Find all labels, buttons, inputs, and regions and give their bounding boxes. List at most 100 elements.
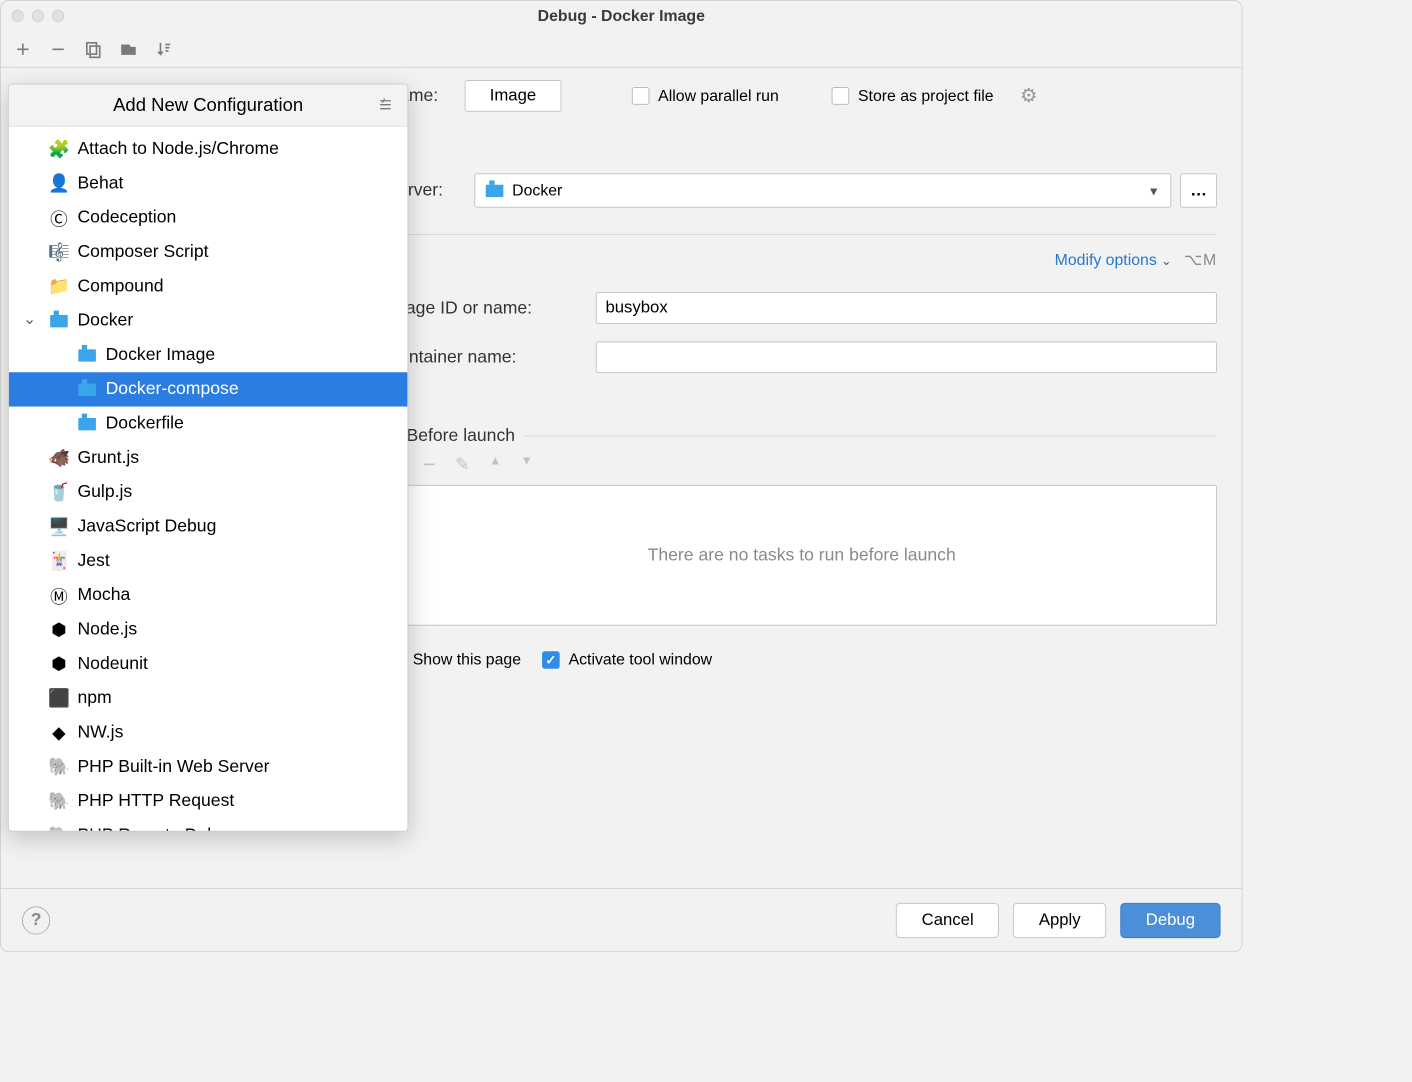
config-icon: 👤 — [49, 172, 68, 194]
config-icon: 🧩 — [49, 138, 68, 160]
zoom-window-button[interactable] — [52, 10, 64, 22]
config-icon: 🐘 — [49, 756, 68, 778]
config-icon: 🃏 — [49, 550, 68, 572]
copy-config-icon[interactable] — [84, 39, 103, 58]
container-name-input[interactable] — [596, 341, 1217, 373]
minimize-window-button[interactable] — [32, 10, 44, 22]
activate-tool-label: Activate tool window — [569, 650, 713, 668]
move-down-icon[interactable]: ▼ — [521, 453, 533, 478]
container-name-label: Container name: — [386, 347, 595, 367]
config-icon: 📁 — [49, 275, 68, 297]
config-type-item[interactable]: 📁 Compound — [9, 269, 408, 303]
sort-config-icon[interactable] — [154, 39, 173, 58]
config-type-item[interactable]: 🖥️ JavaScript Debug — [9, 510, 408, 544]
server-select[interactable]: Docker ▼ — [474, 173, 1171, 207]
config-type-item[interactable]: 🧩 Attach to Node.js/Chrome — [9, 132, 408, 166]
config-icon: 🖥️ — [49, 516, 68, 538]
config-type-item[interactable]: ⬛ npm — [9, 681, 408, 715]
config-type-item[interactable]: ⬢ Node.js — [9, 612, 408, 646]
config-type-item[interactable]: 🐘PHP HTTP Request — [9, 784, 408, 818]
config-type-item[interactable]: Docker-compose — [9, 372, 408, 406]
allow-parallel-checkbox[interactable]: Allow parallel run — [632, 87, 779, 105]
dialog-footer: ? Cancel Apply Debug — [1, 888, 1242, 951]
config-type-item[interactable]: 🥤Gulp.js — [9, 475, 408, 509]
config-form: Name: Image Allow parallel run Store as … — [362, 68, 1242, 888]
debug-button[interactable]: Debug — [1120, 902, 1220, 937]
divider — [386, 234, 1217, 235]
config-toolbar — [1, 31, 1242, 68]
config-type-item[interactable]: ⒸCodeception — [9, 201, 408, 235]
show-page-label: Show this page — [413, 650, 521, 668]
divider — [524, 436, 1217, 437]
config-type-item[interactable]: ◆ NW.js — [9, 715, 408, 749]
popup-header: Add New Configuration — [9, 84, 408, 126]
image-id-input[interactable]: busybox — [596, 292, 1217, 324]
config-type-label: Docker — [77, 311, 133, 331]
before-launch-label: Before launch — [406, 426, 515, 446]
docker-icon — [77, 418, 96, 430]
close-window-button[interactable] — [11, 10, 23, 22]
config-icon: ◆ — [49, 722, 68, 744]
config-type-label: Dockerfile — [106, 414, 184, 434]
checkbox-icon — [832, 87, 850, 105]
before-launch-toolbar: + − ✎ ▲ ▼ — [386, 446, 1217, 485]
image-id-label: Image ID or name: — [386, 298, 595, 318]
config-type-label: Composer Script — [77, 242, 208, 262]
config-type-item[interactable]: 🐘 PHP Built-in Web Server — [9, 750, 408, 784]
config-type-item[interactable]: 🎼 Composer Script — [9, 235, 408, 269]
activate-tool-checkbox[interactable]: Activate tool window — [542, 650, 712, 668]
config-type-item[interactable]: Dockerfile — [9, 407, 408, 441]
config-type-item[interactable]: Docker Image — [9, 338, 408, 372]
config-type-label: Attach to Node.js/Chrome — [77, 139, 279, 159]
popup-list[interactable]: 🧩 Attach to Node.js/Chrome 👤BehatⒸCodecept… — [9, 127, 408, 831]
config-icon: ⬢ — [49, 653, 68, 675]
modify-options-shortcut: ⌥M — [1184, 251, 1217, 269]
before-launch-header[interactable]: ▼ Before launch — [386, 426, 1217, 446]
config-type-label: Grunt.js — [77, 448, 139, 468]
config-type-label: NW.js — [77, 722, 123, 742]
config-type-item[interactable]: 👤Behat — [9, 166, 408, 200]
save-template-icon[interactable] — [119, 39, 138, 58]
cancel-button[interactable]: Cancel — [896, 902, 999, 937]
move-up-icon[interactable]: ▲ — [489, 453, 501, 478]
config-type-item[interactable]: 🐘PHP Remote Debug — [9, 818, 408, 830]
config-type-label: npm — [77, 688, 111, 708]
filter-icon[interactable] — [378, 97, 394, 118]
store-project-checkbox[interactable]: Store as project file — [832, 87, 994, 105]
window-title: Debug - Docker Image — [1, 7, 1242, 25]
modify-options-link[interactable]: Modify options ⌄ — [1055, 251, 1172, 269]
add-config-icon[interactable] — [13, 39, 32, 58]
config-type-item[interactable]: 🐗Grunt.js — [9, 441, 408, 475]
help-button[interactable]: ? — [22, 906, 50, 934]
config-type-label: PHP HTTP Request — [77, 791, 234, 811]
config-type-item[interactable]: ⓂMocha — [9, 578, 408, 612]
docker-icon — [49, 315, 68, 327]
config-icon: ⬛ — [49, 687, 68, 709]
remove-config-icon[interactable] — [48, 39, 67, 58]
remove-task-icon[interactable]: − — [423, 453, 435, 478]
config-type-item[interactable]: ⬢Nodeunit — [9, 647, 408, 681]
image-id-value: busybox — [605, 298, 667, 317]
server-browse-button[interactable]: … — [1180, 173, 1217, 207]
config-type-label: Node.js — [77, 620, 137, 640]
config-type-label: PHP Remote Debug — [77, 825, 236, 830]
config-type-label: Compound — [77, 276, 163, 296]
name-input[interactable]: Image — [465, 80, 562, 112]
config-icon: 🎼 — [49, 241, 68, 263]
store-project-label: Store as project file — [858, 87, 994, 105]
config-type-item[interactable]: 🃏 Jest — [9, 544, 408, 578]
edit-task-icon[interactable]: ✎ — [455, 453, 470, 478]
config-type-label: JavaScript Debug — [77, 517, 216, 537]
config-icon: ⬢ — [49, 619, 68, 641]
config-type-label: Gulp.js — [77, 482, 132, 502]
gear-icon[interactable]: ⚙ — [1020, 84, 1037, 107]
config-type-label: PHP Built-in Web Server — [77, 757, 269, 777]
docker-icon — [486, 184, 504, 196]
dialog-window: Debug - Docker Image Name: Image — [0, 0, 1243, 952]
config-type-item[interactable]: Docker — [9, 304, 408, 338]
chevron-down-icon: ⌄ — [1161, 253, 1171, 267]
config-type-label: Mocha — [77, 585, 130, 605]
config-type-label: Jest — [77, 551, 109, 571]
apply-button[interactable]: Apply — [1013, 902, 1106, 937]
server-select-value: Docker — [512, 181, 562, 199]
